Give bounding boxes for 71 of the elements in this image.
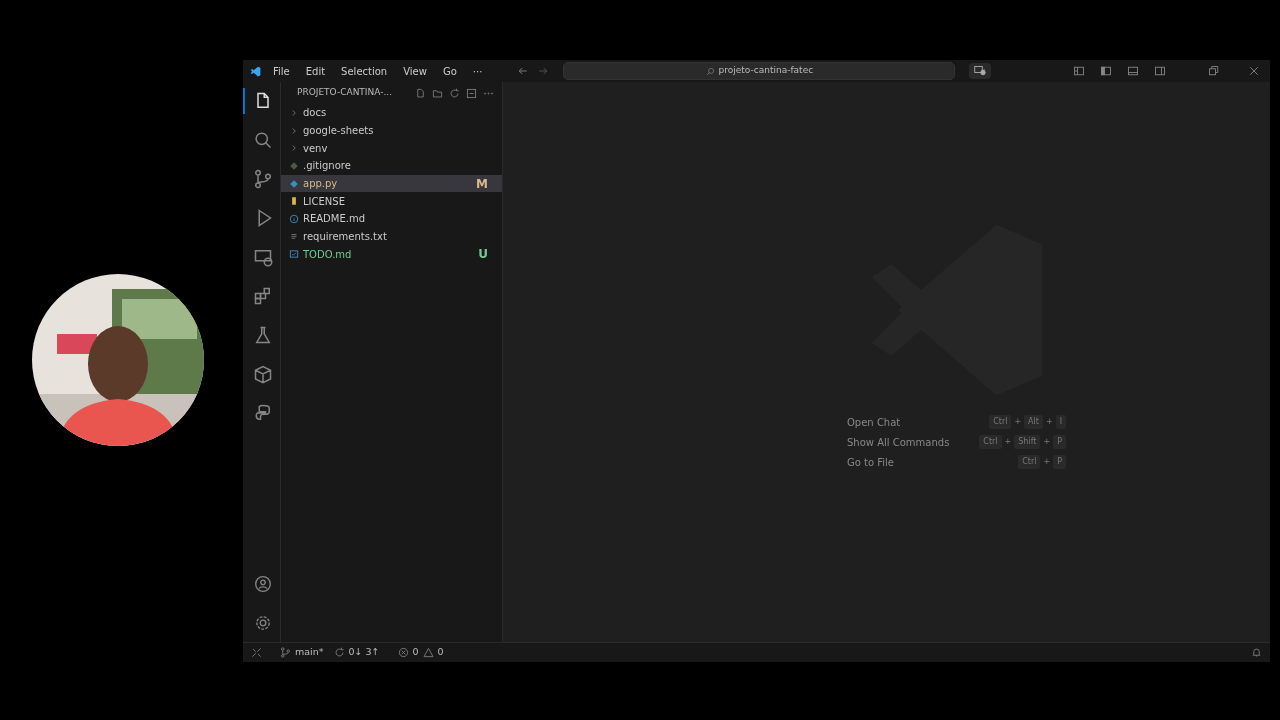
git-file-icon (289, 160, 299, 171)
close-icon[interactable] (1248, 65, 1260, 77)
sync-icon (333, 647, 345, 658)
branch-item[interactable]: main* (280, 645, 324, 660)
file-tree-item[interactable]: LICENSE (281, 192, 502, 211)
remote-explorer-icon[interactable] (252, 247, 273, 267)
file-tree-item[interactable]: google-sheets (281, 121, 502, 140)
info-icon (289, 213, 299, 224)
collapse-icon[interactable] (466, 87, 477, 99)
text-file-icon (289, 231, 299, 242)
key-cap: P (1053, 435, 1066, 449)
file-tree-item[interactable]: .gitignore (281, 157, 502, 175)
menu-item[interactable]: Go (437, 63, 462, 79)
markdown-file-icon (289, 249, 299, 260)
key-cap: Ctrl (979, 435, 1002, 449)
plus-sign: + (1042, 436, 1052, 448)
license-icon (289, 196, 299, 207)
menu-item[interactable]: File (268, 63, 295, 79)
python-file-icon (289, 178, 299, 189)
git-status: U (478, 248, 488, 261)
copilot-button[interactable] (969, 63, 992, 79)
file-tree-item[interactable]: README.md (281, 210, 502, 228)
menu-item[interactable]: Edit (300, 63, 331, 79)
layout-icon[interactable] (1073, 65, 1085, 77)
shortcut-label: Open Chat (847, 415, 902, 430)
menu-item[interactable]: View (398, 63, 432, 79)
plus-sign: + (1044, 416, 1054, 428)
sync-status[interactable]: 0↓ 3↑ (333, 645, 380, 660)
panel-toggle-icon[interactable] (1127, 65, 1139, 77)
refresh-icon[interactable] (449, 87, 460, 99)
app-logo-icon (249, 64, 262, 78)
search-field[interactable]: projeto-cantina-fatec (563, 62, 956, 80)
secondary-sidebar-icon[interactable] (1154, 65, 1166, 77)
plus-sign: + (1013, 416, 1023, 428)
key-cap: Ctrl (1018, 455, 1041, 469)
new-folder-icon[interactable] (432, 87, 443, 99)
settings-icon[interactable] (253, 614, 272, 632)
key-cap: P (1053, 455, 1066, 469)
remote-icon[interactable] (251, 647, 262, 658)
plus-sign: + (1042, 456, 1052, 468)
file-tree-item[interactable]: TODO.md U (281, 245, 502, 264)
warning-icon (422, 647, 434, 658)
restore-icon[interactable] (1208, 65, 1220, 77)
search-icon[interactable] (252, 130, 273, 150)
file-tree-item[interactable]: docs (281, 104, 502, 122)
error-icon (397, 647, 409, 658)
git-status: M (476, 177, 488, 190)
file-tree-item[interactable]: venv (281, 139, 502, 158)
key-cap: Alt (1024, 415, 1043, 429)
key-cap: Shift (1014, 435, 1041, 449)
new-file-icon[interactable] (415, 87, 426, 99)
plus-sign: + (1003, 436, 1013, 448)
shortcut-label: Go to File (847, 455, 895, 470)
problems-status[interactable]: 0 0 (397, 645, 444, 660)
shortcut-label: Show All Commands (847, 435, 950, 450)
sidebar-toggle-icon[interactable] (1100, 65, 1112, 77)
chat-icon (973, 65, 988, 77)
extensions-icon[interactable] (252, 286, 273, 306)
file-tree-item[interactable]: app.py M (281, 174, 502, 193)
key-cap: Ctrl (989, 415, 1012, 429)
back-arrow-icon[interactable] (517, 65, 530, 77)
branch-icon (280, 647, 291, 658)
box-icon[interactable] (252, 364, 273, 384)
explorer-title: PROJETO-CANTINA-... (297, 86, 394, 100)
menu-item[interactable]: Selection (336, 63, 393, 79)
bell-icon[interactable] (1251, 647, 1262, 658)
menu-item[interactable]: ··· (467, 63, 488, 79)
account-icon[interactable] (253, 575, 272, 593)
file-tree-item[interactable]: requirements.txt (281, 227, 502, 246)
source-control-icon[interactable] (252, 169, 273, 189)
search-icon (705, 66, 715, 76)
